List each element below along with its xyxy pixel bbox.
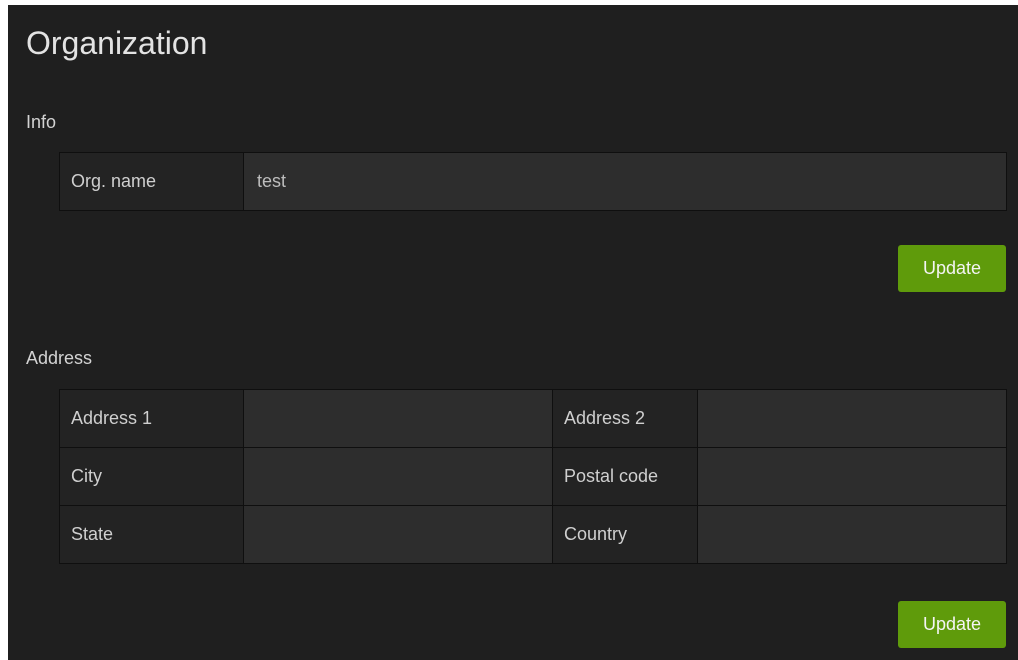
address-row: City Postal code: [59, 447, 1007, 506]
country-input[interactable]: [698, 506, 1006, 563]
country-label: Country: [552, 505, 698, 564]
org-name-row: Org. name: [59, 152, 1007, 211]
city-input[interactable]: [244, 448, 552, 505]
org-name-cell: [243, 152, 1007, 211]
address-section-title: Address: [26, 348, 93, 368]
info-section-title: Info: [26, 112, 57, 132]
address2-input[interactable]: [698, 390, 1006, 447]
address1-label: Address 1: [59, 389, 244, 448]
address-row: State Country: [59, 505, 1007, 564]
state-input[interactable]: [244, 506, 552, 563]
country-cell: [697, 505, 1007, 564]
page-title: Organization: [26, 25, 208, 61]
info-update-button[interactable]: Update: [898, 245, 1006, 292]
postal-code-input[interactable]: [698, 448, 1006, 505]
org-name-label: Org. name: [59, 152, 244, 211]
organization-panel: Organization Info Org. name Update Addre…: [8, 5, 1018, 660]
postal-code-label: Postal code: [552, 447, 698, 506]
info-form-table: Org. name: [59, 152, 1007, 211]
address1-cell: [243, 389, 553, 448]
address-update-button[interactable]: Update: [898, 601, 1006, 648]
address2-label: Address 2: [552, 389, 698, 448]
address-form-table: Address 1 Address 2 City Postal code Sta…: [59, 389, 1007, 564]
address-row: Address 1 Address 2: [59, 389, 1007, 448]
org-name-input[interactable]: [244, 153, 1006, 210]
state-cell: [243, 505, 553, 564]
city-label: City: [59, 447, 244, 506]
city-cell: [243, 447, 553, 506]
postal-code-cell: [697, 447, 1007, 506]
state-label: State: [59, 505, 244, 564]
address1-input[interactable]: [244, 390, 552, 447]
address2-cell: [697, 389, 1007, 448]
